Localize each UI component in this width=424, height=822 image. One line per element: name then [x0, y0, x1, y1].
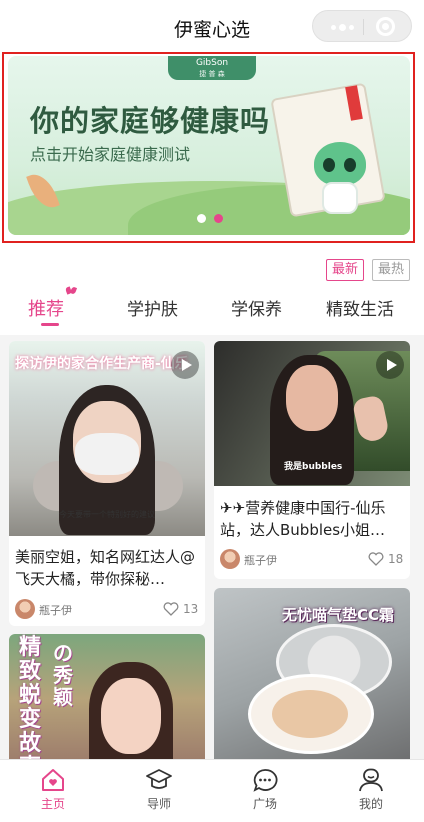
deer-head	[314, 142, 366, 186]
face-mask	[75, 433, 139, 475]
thumbnail-overlay-text: 探访伊的家合作生产商-仙乐	[15, 356, 189, 372]
bottom-nav: 主页 导师 广场 我的	[0, 759, 424, 822]
nav-home[interactable]: 主页	[0, 760, 106, 822]
nav-square-label: 广场	[252, 797, 277, 811]
sort-newest-button[interactable]: 最新	[326, 259, 365, 281]
play-icon[interactable]	[171, 351, 199, 379]
nav-mentor-label: 导师	[146, 797, 171, 811]
deer-body	[322, 182, 358, 214]
sort-hottest-button[interactable]: 最热	[372, 259, 411, 281]
health-test-banner[interactable]: GibSon 捷 普 森 你的家庭够健康吗 点击开始家庭健康测试	[8, 56, 410, 235]
brand-name: GibSon	[195, 58, 229, 68]
heart-icon[interactable]	[163, 602, 179, 616]
tab-refined-life[interactable]: 精致生活	[326, 295, 394, 320]
nav-square[interactable]: 广场	[212, 760, 318, 822]
cushion-puff	[272, 690, 348, 738]
heart-icon[interactable]	[368, 552, 384, 566]
deer-eye	[344, 158, 356, 172]
brand-logo: GibSon 捷 普 森	[168, 56, 256, 80]
feed-card[interactable]: 精 致 蜕 变 故 事 の 秀 颖	[9, 634, 205, 760]
app-header: 伊蜜心选	[0, 0, 424, 52]
home-heart-icon	[42, 769, 64, 791]
thumbnail-overlay-text: の 秀 颖	[53, 641, 73, 709]
feed-card[interactable]: 我是bubbles ✈✈营养健康中国行-仙乐站，达人Bubbles小姐… 瓶子伊…	[214, 341, 410, 579]
author-name: 瓶子伊	[244, 554, 277, 567]
thumbnail-caption: 今天要带一个特别好的建议	[59, 510, 155, 519]
thumb-figure-face	[286, 365, 338, 431]
tab-skincare[interactable]: 学护肤	[127, 295, 178, 320]
nav-mine[interactable]: 我的	[318, 760, 424, 822]
tab-maintenance[interactable]: 学保养	[231, 295, 282, 320]
deer-eye	[323, 158, 335, 172]
thumbnail: 无忧喵气垫CC霜	[214, 588, 410, 760]
miniprogram-capsule	[312, 10, 412, 42]
bow-icon	[66, 287, 76, 295]
card-title: 美丽空姐，知名网红达人@飞天大橘，带你探秘…	[15, 548, 196, 588]
play-icon[interactable]	[376, 351, 404, 379]
nav-mine-label: 我的	[358, 797, 383, 811]
banner-headline: 你的家庭够健康吗	[30, 104, 271, 138]
banner-subline: 点击开始家庭健康测试	[30, 145, 191, 164]
thumb-figure-face	[101, 678, 161, 754]
nav-home-label: 主页	[40, 797, 65, 811]
card-title: ✈✈营养健康中国行-仙乐站，达人Bubbles小姐…	[220, 499, 386, 539]
avatar[interactable]	[15, 599, 35, 619]
like-count: 18	[388, 552, 404, 566]
brand-subname: 捷 普 森	[199, 70, 225, 78]
nav-mentor[interactable]: 导师	[106, 760, 212, 822]
tab-recommended[interactable]: 推荐	[28, 295, 64, 321]
thumbnail: 精 致 蜕 变 故 事 の 秀 颖	[9, 634, 205, 760]
user-icon	[359, 768, 383, 792]
carousel-dot[interactable]	[197, 214, 206, 223]
author-name: 瓶子伊	[39, 604, 72, 617]
feed-card[interactable]: 无忧喵气垫CC霜	[214, 588, 410, 760]
feed-card[interactable]: 探访伊的家合作生产商-仙乐 今天要带一个特别好的建议 美丽空姐，知名网红达人@飞…	[9, 341, 205, 626]
thumbnail-overlay-text: 精 致 蜕 变 故 事	[19, 635, 42, 761]
carousel-dot-active[interactable]	[214, 214, 223, 223]
avatar[interactable]	[220, 549, 240, 569]
deer-mascot	[308, 142, 372, 216]
chat-bubble-icon	[253, 769, 278, 792]
close-target-icon[interactable]	[376, 17, 395, 36]
capsule-divider	[363, 19, 364, 35]
more-icon[interactable]	[331, 24, 354, 31]
graduation-cap-icon	[146, 769, 172, 789]
active-tab-indicator	[41, 323, 59, 326]
thumbnail-overlay-text: 我是bubbles	[284, 462, 343, 472]
like-count: 13	[183, 602, 199, 616]
thumbnail-overlay-text: 无忧喵气垫CC霜	[282, 606, 395, 624]
